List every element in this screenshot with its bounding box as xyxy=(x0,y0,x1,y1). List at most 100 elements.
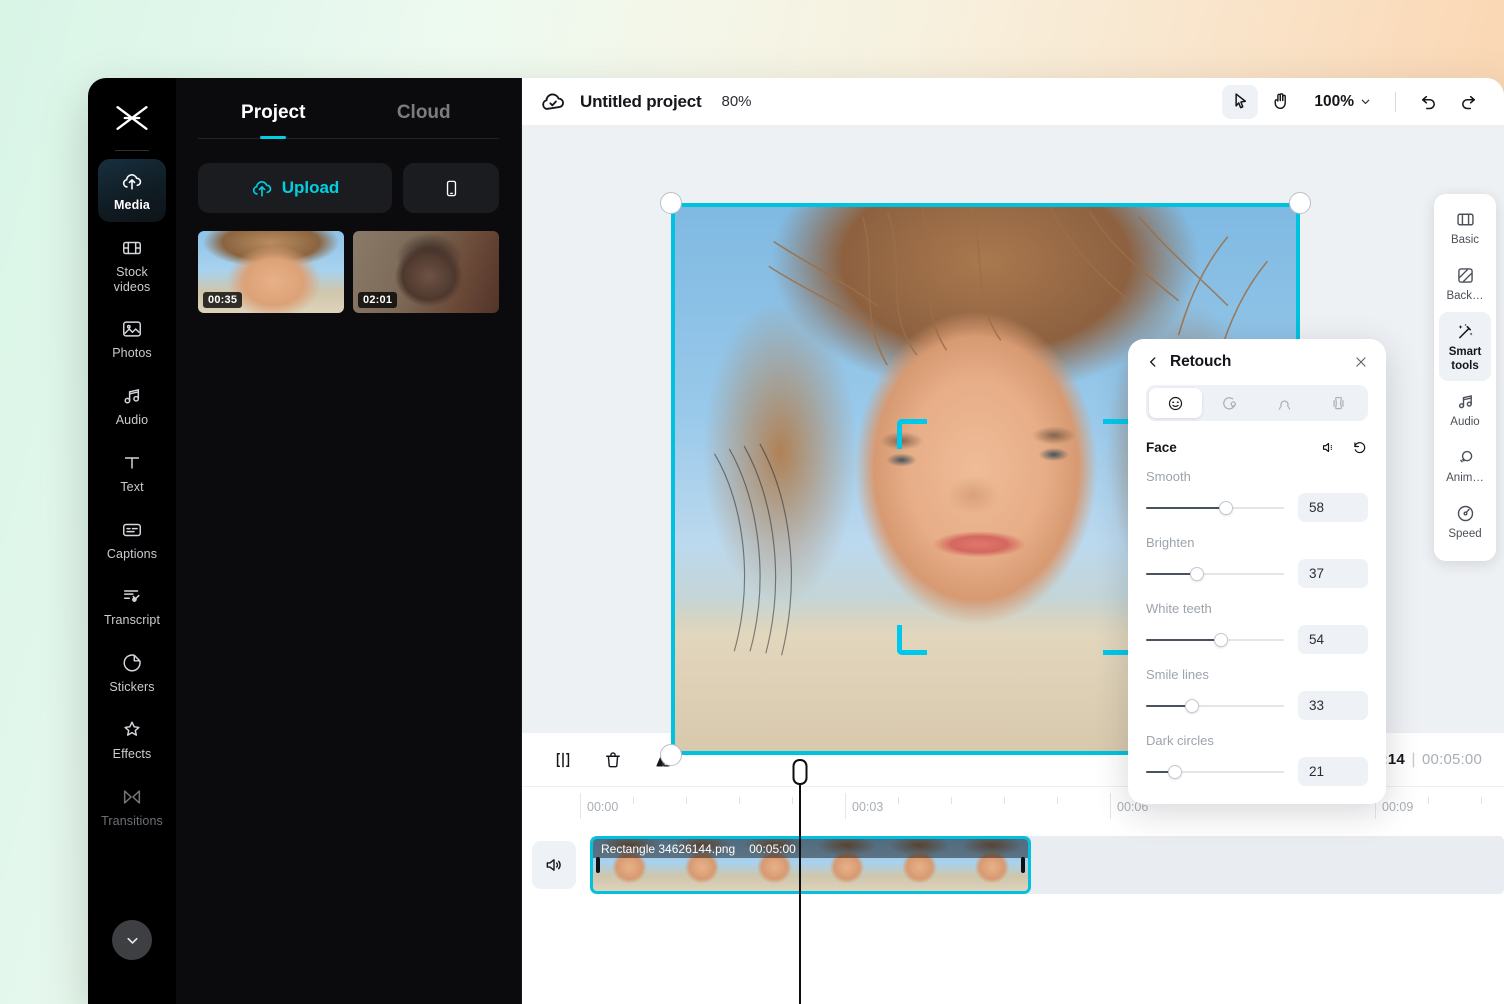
cloud-check-icon[interactable] xyxy=(540,89,566,115)
smile-lines-value-input[interactable]: 33 xyxy=(1298,691,1368,720)
zoom-level-control[interactable]: 100% xyxy=(1302,93,1381,111)
sticker-icon xyxy=(120,651,144,675)
sidebar-item-media[interactable]: Media xyxy=(98,159,166,222)
capcut-logo-icon[interactable] xyxy=(88,92,176,144)
close-x-icon[interactable] xyxy=(1354,355,1368,369)
transcript-scissors-icon xyxy=(120,584,144,608)
body-shape-icon xyxy=(1333,396,1344,409)
redo-button[interactable] xyxy=(1450,85,1486,119)
media-item[interactable]: 00:35 xyxy=(198,231,344,313)
tab-project[interactable]: Project xyxy=(198,90,349,138)
upload-cloud-icon xyxy=(120,169,144,193)
track-mute-button[interactable] xyxy=(532,841,576,889)
tool-label: Anim… xyxy=(1446,472,1484,485)
import-from-device-button[interactable] xyxy=(403,163,499,213)
retouch-slider-row: Smile lines 33 xyxy=(1146,667,1368,720)
retouch-tab-face[interactable] xyxy=(1149,388,1202,418)
sidebar-item-captions[interactable]: Captions xyxy=(98,508,166,571)
slider-knob[interactable] xyxy=(1219,500,1234,515)
sidebar-item-photos[interactable]: Photos xyxy=(98,307,166,370)
media-items-grid: 00:35 02:01 xyxy=(198,231,499,313)
tab-cloud[interactable]: Cloud xyxy=(349,90,500,138)
track-row: Rectangle 34626144.png 00:05:00 xyxy=(522,836,1504,894)
sidebar-item-label: Transitions xyxy=(101,813,163,828)
brighten-value-input[interactable]: 37 xyxy=(1298,559,1368,588)
retouch-header: Retouch xyxy=(1146,353,1368,371)
transitions-icon xyxy=(120,785,144,809)
sidebar-item-transitions[interactable]: Transitions xyxy=(98,775,166,838)
hand-tool-button[interactable] xyxy=(1262,85,1298,119)
sidebar-item-text[interactable]: Text xyxy=(98,441,166,504)
ruler-tick xyxy=(1481,797,1482,804)
white-teeth-slider[interactable] xyxy=(1146,632,1284,647)
slider-knob[interactable] xyxy=(1213,632,1228,647)
slider-label: Dark circles xyxy=(1146,733,1214,748)
timeline-clip[interactable]: Rectangle 34626144.png 00:05:00 xyxy=(590,836,1031,894)
zoom-level-value: 100% xyxy=(1314,92,1354,110)
media-item[interactable]: 02:01 xyxy=(353,231,499,313)
compare-speaker-icon[interactable] xyxy=(1320,439,1337,456)
tool-audio[interactable]: Audio xyxy=(1439,382,1491,437)
tool-background[interactable]: Back… xyxy=(1439,256,1491,311)
chevron-left-icon[interactable] xyxy=(1146,355,1160,369)
white-teeth-value-input[interactable]: 54 xyxy=(1298,625,1368,654)
select-tool-button[interactable] xyxy=(1222,84,1259,119)
speaker-icon xyxy=(546,859,561,871)
undo-button[interactable] xyxy=(1410,85,1446,119)
delete-button[interactable] xyxy=(594,743,632,777)
reset-arrow-icon[interactable] xyxy=(1351,439,1368,456)
sidebar-item-transcript[interactable]: Transcript xyxy=(98,574,166,637)
tool-smart-tools[interactable]: Smart tools xyxy=(1439,312,1491,381)
retouch-tab-eye[interactable] xyxy=(1204,388,1257,418)
topbar-right: 100% xyxy=(1222,84,1486,119)
retouch-slider-row: Brighten 37 xyxy=(1146,535,1368,588)
ruler-tick xyxy=(951,797,952,804)
slider-knob[interactable] xyxy=(1190,566,1205,581)
chevron-down-icon xyxy=(1361,99,1370,104)
time-separator: | xyxy=(1411,750,1416,768)
smooth-value-input[interactable]: 58 xyxy=(1298,493,1368,522)
nose-shape-icon xyxy=(1278,399,1290,410)
retouch-tab-nose[interactable] xyxy=(1258,388,1311,418)
brighten-slider[interactable] xyxy=(1146,566,1284,581)
expand-more-button[interactable] xyxy=(112,920,152,960)
preview-canvas[interactable]: Basic Back… Smart tools Audio Anim… Spee… xyxy=(522,126,1504,804)
slider-knob[interactable] xyxy=(1167,764,1182,779)
clip-trim-handle-right[interactable] xyxy=(1021,857,1025,873)
retouch-tab-body[interactable] xyxy=(1313,388,1366,418)
tool-basic[interactable]: Basic xyxy=(1439,200,1491,255)
resize-handle-bottom-left[interactable] xyxy=(660,744,682,766)
track-lane[interactable]: Rectangle 34626144.png 00:05:00 xyxy=(590,836,1504,894)
ruler-tick xyxy=(633,797,634,804)
smile-lines-slider[interactable] xyxy=(1146,698,1284,713)
resize-handle-top-right[interactable] xyxy=(1289,192,1311,214)
upload-button-label: Upload xyxy=(281,178,340,197)
page-title[interactable]: Untitled project xyxy=(580,92,702,112)
dark-circles-value-input[interactable]: 21 xyxy=(1298,757,1368,786)
sidebar-item-stickers[interactable]: Stickers xyxy=(98,641,166,704)
clip-label: Rectangle 34626144.png 00:05:00 xyxy=(593,839,1028,858)
capcut-editor-window: Media Stock videos Photos Audio Text Cap… xyxy=(88,78,1504,1004)
face-bracket-corner xyxy=(897,625,927,655)
ruler-label: 00:00 xyxy=(587,800,619,814)
dark-circles-slider[interactable] xyxy=(1146,764,1284,779)
upload-button[interactable]: Upload xyxy=(198,163,392,213)
media-panel: Project Cloud Upload 00:35 02:01 xyxy=(176,78,522,1004)
left-nav-rail: Media Stock videos Photos Audio Text Cap… xyxy=(88,78,176,1004)
resize-handle-top-left[interactable] xyxy=(660,192,682,214)
tool-animation[interactable]: Anim… xyxy=(1439,438,1491,493)
ruler-tick xyxy=(1057,797,1058,804)
sidebar-item-stock-videos[interactable]: Stock videos xyxy=(98,226,166,304)
sidebar-item-label: Audio xyxy=(115,413,149,427)
retouch-slider-row: Dark circles 21 xyxy=(1146,733,1368,786)
sidebar-item-audio[interactable]: Audio xyxy=(98,374,166,437)
smooth-slider[interactable] xyxy=(1146,500,1284,515)
clip-trim-handle-left[interactable] xyxy=(596,857,600,873)
tool-speed[interactable]: Speed xyxy=(1439,494,1491,549)
rail-divider xyxy=(115,150,149,151)
save-progress-percent: 80% xyxy=(721,93,752,110)
face-bracket-corner xyxy=(897,419,927,449)
split-button[interactable] xyxy=(544,743,582,777)
slider-knob[interactable] xyxy=(1184,698,1199,713)
sidebar-item-effects[interactable]: Effects xyxy=(98,708,166,771)
